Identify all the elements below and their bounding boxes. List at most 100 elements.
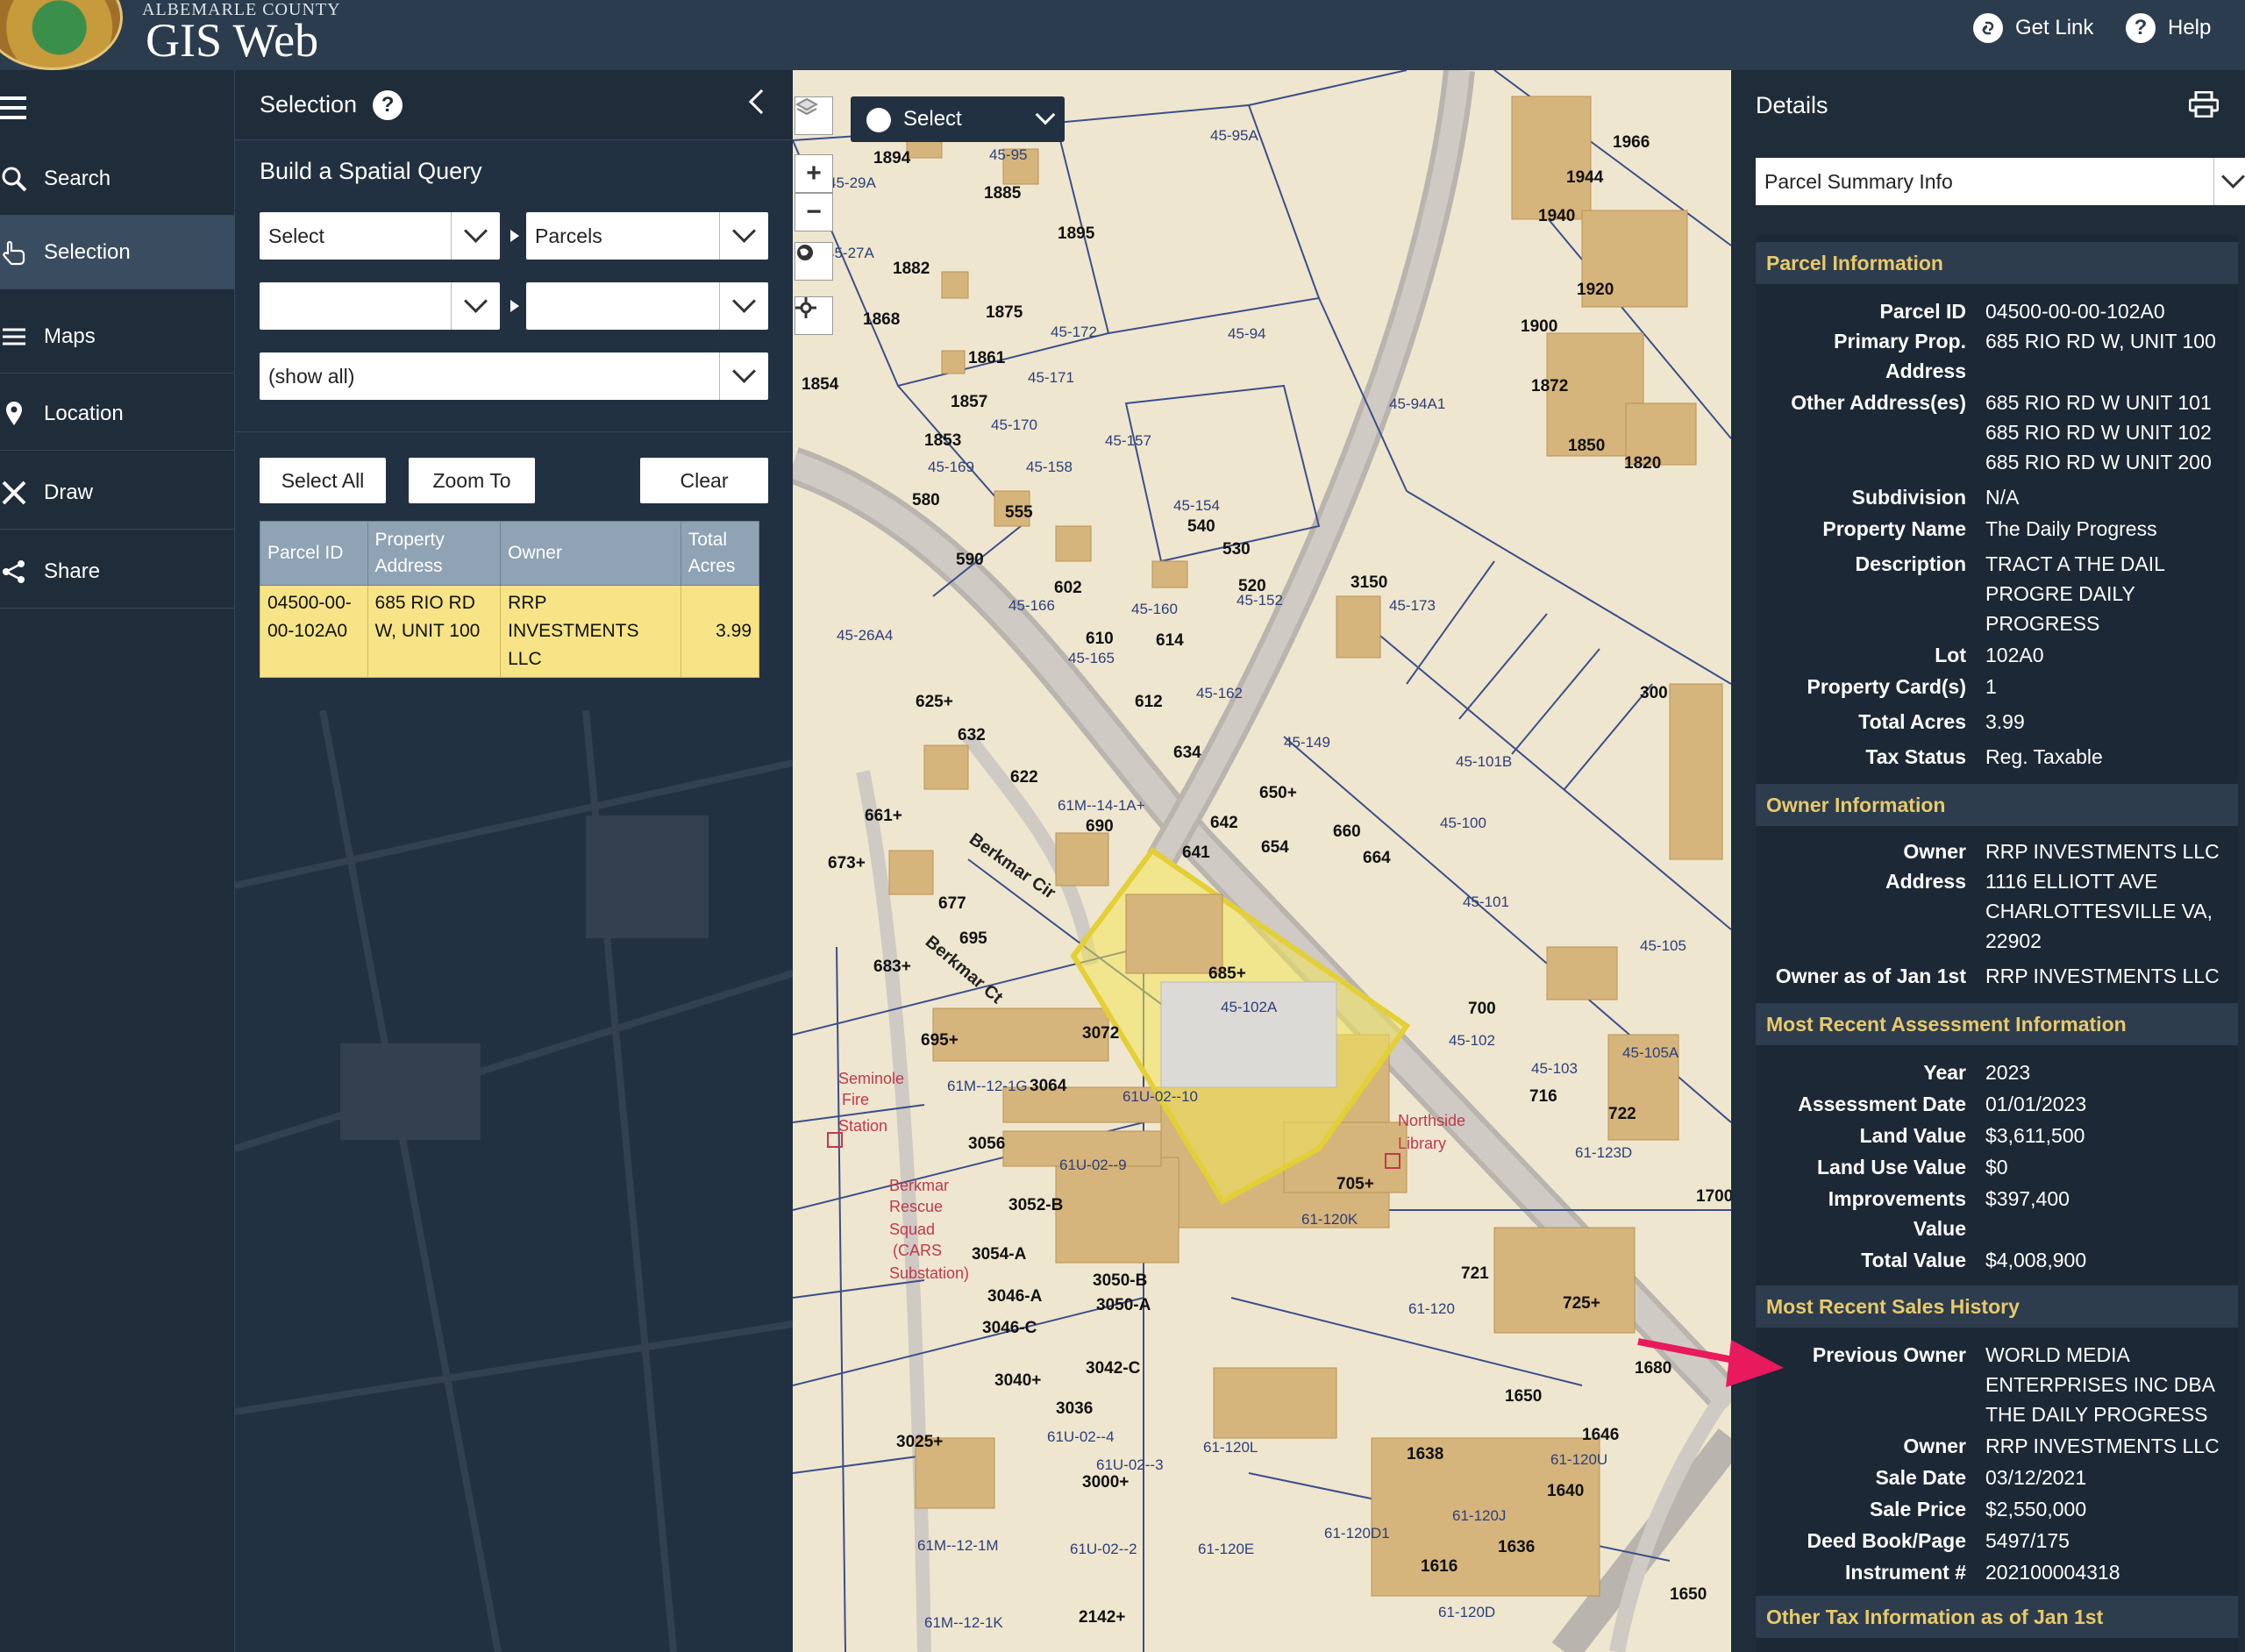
map-label: 3050-B — [1093, 1271, 1147, 1290]
nav-item-maps[interactable]: Maps — [0, 300, 235, 374]
hamburger-menu-icon[interactable] — [0, 96, 26, 119]
map-label: 1944 — [1566, 168, 1604, 187]
nav-item-location[interactable]: Location — [0, 377, 235, 451]
chevron-down-icon — [1035, 104, 1056, 125]
map-label: 61-120D1 — [1324, 1525, 1390, 1542]
field-label: Total Value — [1861, 1249, 1966, 1271]
locate-crosshair-icon[interactable] — [795, 296, 833, 335]
map-label: 45-149 — [1284, 734, 1330, 751]
help-label: Help — [2168, 16, 2212, 39]
get-link-button[interactable]: Get Link — [1973, 12, 2093, 44]
nav-item-selection[interactable]: Selection — [0, 216, 235, 289]
map-label: 721 — [1461, 1264, 1489, 1283]
field-value: $4,008,900 — [1985, 1249, 2087, 1271]
map-label: 61M--14-1A+ — [1058, 797, 1145, 814]
map-label: 3150 — [1351, 573, 1387, 592]
map-label: 61-120D — [1438, 1604, 1495, 1620]
poi-label: Berkmar — [889, 1177, 949, 1194]
section-heading-owner[interactable]: Owner Information — [1756, 784, 2238, 826]
map-label: 3046-A — [987, 1287, 1043, 1306]
column-header[interactable]: Owner — [500, 521, 681, 586]
map-label: 1636 — [1498, 1538, 1535, 1556]
map-view[interactable]: 1966 1944 1940 1920 1900 1872 1850 1820 … — [793, 70, 1731, 1652]
column-header[interactable]: Parcel ID — [260, 521, 368, 586]
hand-pointer-icon — [0, 239, 28, 267]
map-label: 61U-02--10 — [1122, 1088, 1198, 1105]
map-label: 61M--12-1G — [947, 1078, 1028, 1094]
zoom-in-button[interactable]: + — [795, 154, 833, 193]
field-label: Sale Date — [1875, 1466, 1966, 1489]
panel-title: Selection — [260, 91, 358, 117]
field-value: 685 RIO RD W UNIT 101 — [1985, 391, 2212, 414]
field-label: Sale Price — [1870, 1498, 1966, 1520]
map-label: 45-170 — [991, 417, 1037, 433]
map-label: 602 — [1054, 579, 1082, 597]
map-label: 540 — [1187, 517, 1215, 536]
nav-item-draw[interactable]: Draw — [0, 456, 235, 530]
map-label: 1640 — [1547, 1482, 1584, 1500]
field-value: N/A — [1985, 486, 2020, 509]
map-select-tool-dropdown[interactable]: Select — [851, 96, 1065, 142]
field-value: PROGRESS — [1985, 612, 2100, 635]
section-heading-assessment[interactable]: Most Recent Assessment Information — [1756, 1003, 2238, 1045]
field-label: Value — [1913, 1217, 1966, 1240]
column-header[interactable]: Property Address — [367, 521, 502, 586]
map-label: 45-95 — [989, 146, 1027, 163]
field-value: $3,611,500 — [1985, 1124, 2085, 1147]
share-icon — [0, 558, 28, 586]
map-canvas[interactable]: 1966 1944 1940 1920 1900 1872 1850 1820 … — [793, 70, 1731, 1652]
map-label: 45-29A — [828, 174, 876, 191]
divider — [235, 431, 793, 432]
map-label: 700 — [1468, 1000, 1496, 1018]
field-value: 04500-00-00-102A0 — [1985, 300, 2165, 323]
poi-label: Library — [1398, 1135, 1446, 1152]
map-label: 1857 — [951, 393, 987, 411]
help-icon[interactable]: ? — [373, 89, 403, 120]
query-action-select[interactable]: Select — [260, 212, 500, 260]
zoom-out-button[interactable]: − — [795, 193, 833, 231]
map-label: 61M--12-1M — [917, 1537, 999, 1554]
query-filter-select[interactable]: (show all) — [260, 352, 768, 400]
poi-label: Seminole — [838, 1070, 904, 1087]
map-label: 1894 — [873, 149, 911, 167]
section-heading-sales[interactable]: Most Recent Sales History — [1756, 1285, 2238, 1328]
layers-icon[interactable] — [795, 96, 833, 135]
query-layer-select[interactable]: Parcels — [526, 212, 768, 260]
globe-icon[interactable] — [795, 242, 833, 281]
map-label: 683+ — [873, 958, 911, 976]
poi-label: (CARS — [893, 1242, 942, 1259]
field-value: 03/12/2021 — [1985, 1466, 2087, 1489]
help-button[interactable]: ? Help — [2126, 12, 2211, 44]
section-heading-other-tax[interactable]: Other Tax Information as of Jan 1st — [1756, 1596, 2238, 1638]
nav-item-share[interactable]: Share — [0, 535, 235, 609]
map-label: 725+ — [1563, 1294, 1600, 1313]
cell-owner: RRP INVESTMENTS LLC — [500, 585, 681, 678]
map-label: 45-94A1 — [1389, 395, 1445, 412]
zoom-to-button[interactable]: Zoom To — [409, 458, 535, 503]
column-header[interactable]: Total Acres — [680, 521, 760, 586]
map-label: 1646 — [1582, 1426, 1619, 1444]
details-header: Details — [1731, 70, 2245, 140]
map-label: 3064 — [1030, 1077, 1067, 1095]
map-label: 634 — [1173, 744, 1201, 762]
map-label: 650+ — [1259, 784, 1297, 802]
map-label: 722 — [1608, 1105, 1636, 1123]
cell-address: 685 RIO RD W, UNIT 100 — [367, 585, 502, 678]
nav-item-search[interactable]: Search — [0, 142, 235, 216]
map-label: 61-120E — [1198, 1541, 1254, 1557]
query-field-select[interactable] — [260, 282, 500, 330]
map-label: 1872 — [1531, 377, 1568, 395]
section-heading-parcel[interactable]: Parcel Information — [1756, 242, 2238, 284]
clear-button[interactable]: Clear — [640, 458, 768, 503]
field-value: WORLD MEDIA — [1985, 1343, 2130, 1366]
map-label: 61-120K — [1301, 1211, 1358, 1228]
query-value-select[interactable] — [526, 282, 768, 330]
map-label: 3000+ — [1082, 1473, 1129, 1492]
details-view-select[interactable]: Parcel Summary Info — [1756, 158, 2245, 205]
map-label: 661+ — [865, 807, 902, 825]
table-row[interactable]: 04500-00-00-102A0 685 RIO RD W, UNIT 100… — [260, 585, 760, 678]
select-all-button[interactable]: Select All — [260, 458, 386, 503]
map-label: 695 — [959, 929, 987, 948]
map-label: 45-26A4 — [837, 627, 893, 644]
print-icon[interactable] — [2189, 91, 2219, 117]
